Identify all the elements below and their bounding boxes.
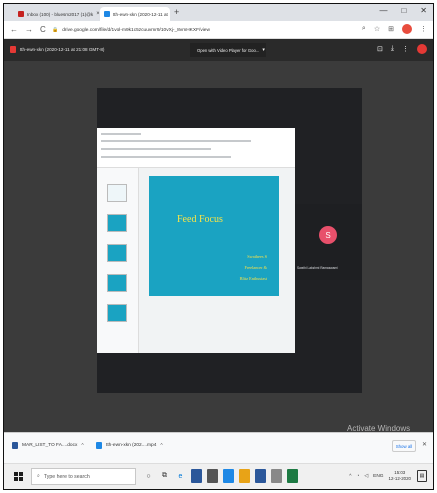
new-tab-button[interactable]: + xyxy=(174,7,179,17)
taskbar-search-box[interactable]: ⌕ Type here to search xyxy=(31,468,136,485)
minimize-button[interactable]: — xyxy=(379,6,387,15)
download-item[interactable]: tth-ewn-xkn (202....mp4 ^ xyxy=(96,442,163,449)
add-to-drive-icon[interactable]: ⊡ xyxy=(377,45,383,53)
slide-thumbnail xyxy=(107,244,127,262)
download-name: MAR_LIST_TO FA....docx xyxy=(22,443,78,448)
slide-text-line: Swathees S xyxy=(247,254,267,259)
bookmark-star-icon[interactable]: ☆ xyxy=(374,25,380,33)
more-options-icon[interactable]: ⋮ xyxy=(402,45,409,53)
shared-screen: Feed Focus Swathees S Freelancer & Blitz… xyxy=(97,128,295,353)
open-with-button[interactable]: Open with Video Player for Goo... ▾ xyxy=(190,43,266,57)
gmail-icon xyxy=(18,11,24,17)
word-icon[interactable] xyxy=(191,469,202,483)
close-shelf-icon[interactable]: ✕ xyxy=(422,441,427,448)
slide-text-line: Freelancer & xyxy=(244,265,267,270)
download-item[interactable]: MAR_LIST_TO FA....docx ^ xyxy=(12,442,84,449)
participant-name: Swathi Lakshmi Ramaswami xyxy=(297,266,338,270)
forward-arrow-icon[interactable]: → xyxy=(25,25,33,34)
window-controls: — □ ✕ xyxy=(379,6,427,15)
slide-thumbnail xyxy=(107,184,127,202)
slides-app-header xyxy=(97,128,295,168)
decorative-line xyxy=(101,133,141,135)
slide-filmstrip xyxy=(97,168,139,353)
slide-thumbnail xyxy=(107,214,127,232)
lock-icon: 🔒 xyxy=(52,27,59,33)
decorative-line xyxy=(101,148,211,150)
task-view-icon[interactable]: ⧉ xyxy=(159,469,170,483)
search-icon[interactable]: ⌕ xyxy=(362,25,366,33)
slide-title: Feed Focus xyxy=(177,214,223,225)
chevron-up-icon[interactable]: ^ xyxy=(349,474,351,479)
drive-icon xyxy=(104,11,110,17)
tab-title: Inbox (100) - bluesm2017 (1)@k xyxy=(27,11,94,17)
slide-text-line: Blitz Enthusiast xyxy=(239,276,267,281)
clock[interactable]: 15:03 12-12-2020 xyxy=(389,470,411,482)
file-explorer-icon[interactable] xyxy=(207,469,218,483)
windows-start-icon[interactable] xyxy=(14,472,23,481)
download-icon[interactable]: ⤓ xyxy=(391,45,394,53)
account-avatar[interactable] xyxy=(417,44,427,54)
chevron-up-icon[interactable]: ^ xyxy=(160,443,162,449)
decorative-line xyxy=(101,156,231,158)
edge-icon[interactable]: e xyxy=(175,469,186,483)
cortana-icon[interactable]: ○ xyxy=(143,469,154,483)
url-bar[interactable]: 🔒 drive.google.com/file/d/1vol-m9k1c5zcu… xyxy=(52,24,377,36)
file-title: tth-ewn-xkn (2020-12-11 at 21:08 GMT-8) xyxy=(20,47,105,52)
store-icon[interactable] xyxy=(223,469,234,483)
presentation-slide: Feed Focus Swathees S Freelancer & Blitz… xyxy=(149,176,279,296)
back-arrow-icon[interactable]: ← xyxy=(10,25,18,34)
system-tray: ^ ◔ ◁ ENG 15:03 12-12-2020 xyxy=(349,470,411,482)
video-file-icon xyxy=(96,442,102,449)
maximize-button[interactable]: □ xyxy=(401,6,406,15)
chrome-icon[interactable] xyxy=(239,469,250,483)
slide-thumbnail xyxy=(107,274,127,292)
screenshot-frame: Inbox (100) - bluesm2017 (1)@k × tth-ewn… xyxy=(3,3,434,490)
network-icon[interactable]: ◔ xyxy=(357,474,360,479)
participant-avatar: S xyxy=(319,226,337,244)
search-placeholder: Type here to search xyxy=(43,473,90,480)
browser-tab-strip: Inbox (100) - bluesm2017 (1)@k × tth-ewn… xyxy=(4,4,433,21)
viewer-actions: ⊡ ⤓ ⋮ xyxy=(377,44,427,54)
drive-video-viewer: tth-ewn-xkn (2020-12-11 at 21:08 GMT-8) … xyxy=(4,39,433,432)
slide-thumbnail xyxy=(107,304,127,322)
search-icon: ⌕ xyxy=(37,473,40,479)
navigation-buttons: ← → C xyxy=(10,25,46,34)
tab-title: tth-ewn-xkn (2020-12-11 at xyxy=(113,11,168,17)
decorative-line xyxy=(101,140,251,142)
close-window-button[interactable]: ✕ xyxy=(420,6,427,15)
windows-taskbar: ⌕ Type here to search ○ ⧉ e ^ ◔ ◁ ENG 15… xyxy=(4,463,433,489)
browser-toolbar-right: ⌕ ☆ ⊞ ⋮ xyxy=(362,24,427,34)
chevron-down-icon: ▾ xyxy=(262,47,265,53)
notification-icon[interactable]: ▤ xyxy=(417,470,427,482)
show-all-button[interactable]: Show all xyxy=(392,440,416,452)
address-bar-row: ← → C 🔒 drive.google.com/file/d/1vol-m9k… xyxy=(4,21,433,39)
excel-icon[interactable] xyxy=(287,469,298,483)
reload-icon[interactable]: C xyxy=(40,25,46,34)
taskbar-pinned-apps: ○ ⧉ e xyxy=(143,469,298,483)
viewer-toolbar: tth-ewn-xkn (2020-12-11 at 21:08 GMT-8) … xyxy=(4,39,433,61)
word-doc-icon[interactable] xyxy=(255,469,266,483)
download-shelf: MAR_LIST_TO FA....docx ^ tth-ewn-xkn (20… xyxy=(4,432,433,463)
clock-date: 12-12-2020 xyxy=(388,476,411,481)
extensions-icon[interactable]: ⊞ xyxy=(388,25,394,33)
volume-icon[interactable]: ◁ xyxy=(364,474,368,479)
chevron-up-icon[interactable]: ^ xyxy=(81,443,83,449)
settings-icon[interactable] xyxy=(271,469,282,483)
video-file-icon xyxy=(10,46,16,53)
open-with-label: Open with Video Player for Goo... xyxy=(197,47,260,53)
download-name: tth-ewn-xkn (202....mp4 xyxy=(106,443,157,448)
tab-drive-video[interactable]: tth-ewn-xkn (2020-12-11 at × xyxy=(100,7,170,21)
participant-tile: S Swathi Lakshmi Ramaswami xyxy=(295,204,362,280)
tab-close-icon[interactable]: × xyxy=(96,11,99,17)
video-player[interactable]: Feed Focus Swathees S Freelancer & Blitz… xyxy=(97,88,362,393)
url-text: drive.google.com/file/d/1vol-m9k1c5zcuuv… xyxy=(62,27,210,33)
tab-inbox[interactable]: Inbox (100) - bluesm2017 (1)@k × xyxy=(14,7,99,21)
profile-avatar[interactable] xyxy=(402,24,412,34)
menu-kebab-icon[interactable]: ⋮ xyxy=(420,25,427,33)
language-indicator[interactable]: ENG xyxy=(373,474,383,479)
word-doc-icon xyxy=(12,442,18,449)
